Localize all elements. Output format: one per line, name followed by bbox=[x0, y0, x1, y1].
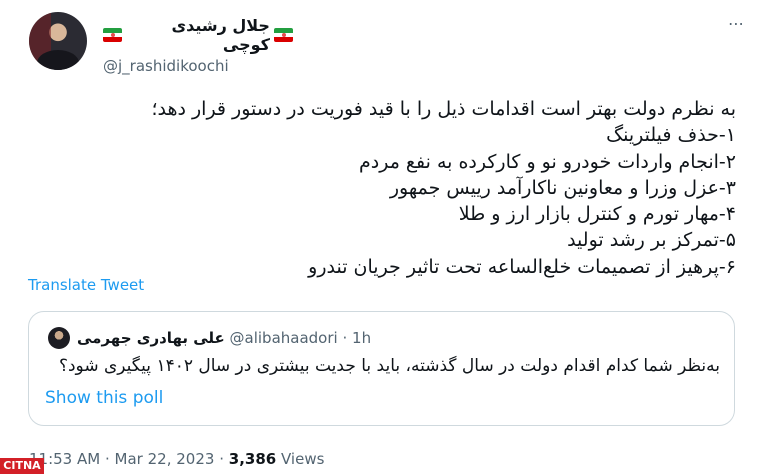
tweet-line: ۵-تمرکز بر رشد تولید bbox=[567, 229, 736, 252]
iran-flag-icon bbox=[273, 28, 293, 42]
quote-separator: · bbox=[342, 329, 348, 347]
quote-text: به‌نظر شما کدام اقدام دولت در سال گذشته،… bbox=[58, 356, 720, 376]
footer-separator: · bbox=[104, 450, 110, 468]
author-name-row[interactable]: جلال رشیدی کوچی bbox=[103, 16, 293, 54]
quote-time[interactable]: 1h bbox=[352, 329, 371, 347]
tweet-line: ۴-مهار تورم و کنترل بازار ارز و طلا bbox=[458, 203, 736, 226]
author-header: جلال رشیدی کوچی @j_rashidikoochi bbox=[103, 16, 293, 75]
iran-flag-icon bbox=[103, 28, 123, 42]
tweet-date[interactable]: Mar 22, 2023 bbox=[115, 450, 215, 468]
quote-author-handle[interactable]: @alibahaadori bbox=[230, 329, 338, 347]
citna-logo: CITNA bbox=[0, 458, 44, 474]
translate-tweet-link[interactable]: Translate Tweet bbox=[28, 276, 144, 294]
author-avatar[interactable] bbox=[29, 12, 87, 70]
quote-author-meta: علی بهادری جهرمی @alibahaadori · 1h bbox=[77, 329, 371, 347]
tweet-footer: 11:53 AM · Mar 22, 2023 · 3,386 Views bbox=[29, 450, 324, 468]
tweet-text: به نظرم دولت بهتر است اقدامات ذیل را با … bbox=[28, 96, 736, 280]
views-count: 3,386 bbox=[228, 450, 277, 468]
footer-separator: · bbox=[219, 450, 224, 468]
tweet-line: ۲-انجام واردات خودرو نو و کارکرده به نفع… bbox=[358, 150, 736, 173]
quoted-tweet[interactable]: علی بهادری جهرمی @alibahaadori · 1h به‌ن… bbox=[28, 311, 735, 426]
tweet-line: ۱-حذف فیلترینگ bbox=[606, 124, 736, 147]
quote-author-name[interactable]: علی بهادری جهرمی bbox=[77, 329, 225, 347]
author-handle[interactable]: @j_rashidikoochi bbox=[103, 57, 293, 75]
views-label: Views bbox=[281, 450, 325, 468]
more-options-icon[interactable]: ⋯ bbox=[728, 14, 745, 33]
author-display-name[interactable]: جلال رشیدی کوچی bbox=[126, 16, 270, 54]
tweet-line: ۳-عزل وزرا و معاونین ناکارآمد رییس جمهور bbox=[389, 176, 736, 199]
show-poll-link[interactable]: Show this poll bbox=[45, 388, 163, 408]
tweet-line: به نظرم دولت بهتر است اقدامات ذیل را با … bbox=[151, 98, 736, 120]
quote-author-avatar[interactable] bbox=[48, 327, 70, 349]
